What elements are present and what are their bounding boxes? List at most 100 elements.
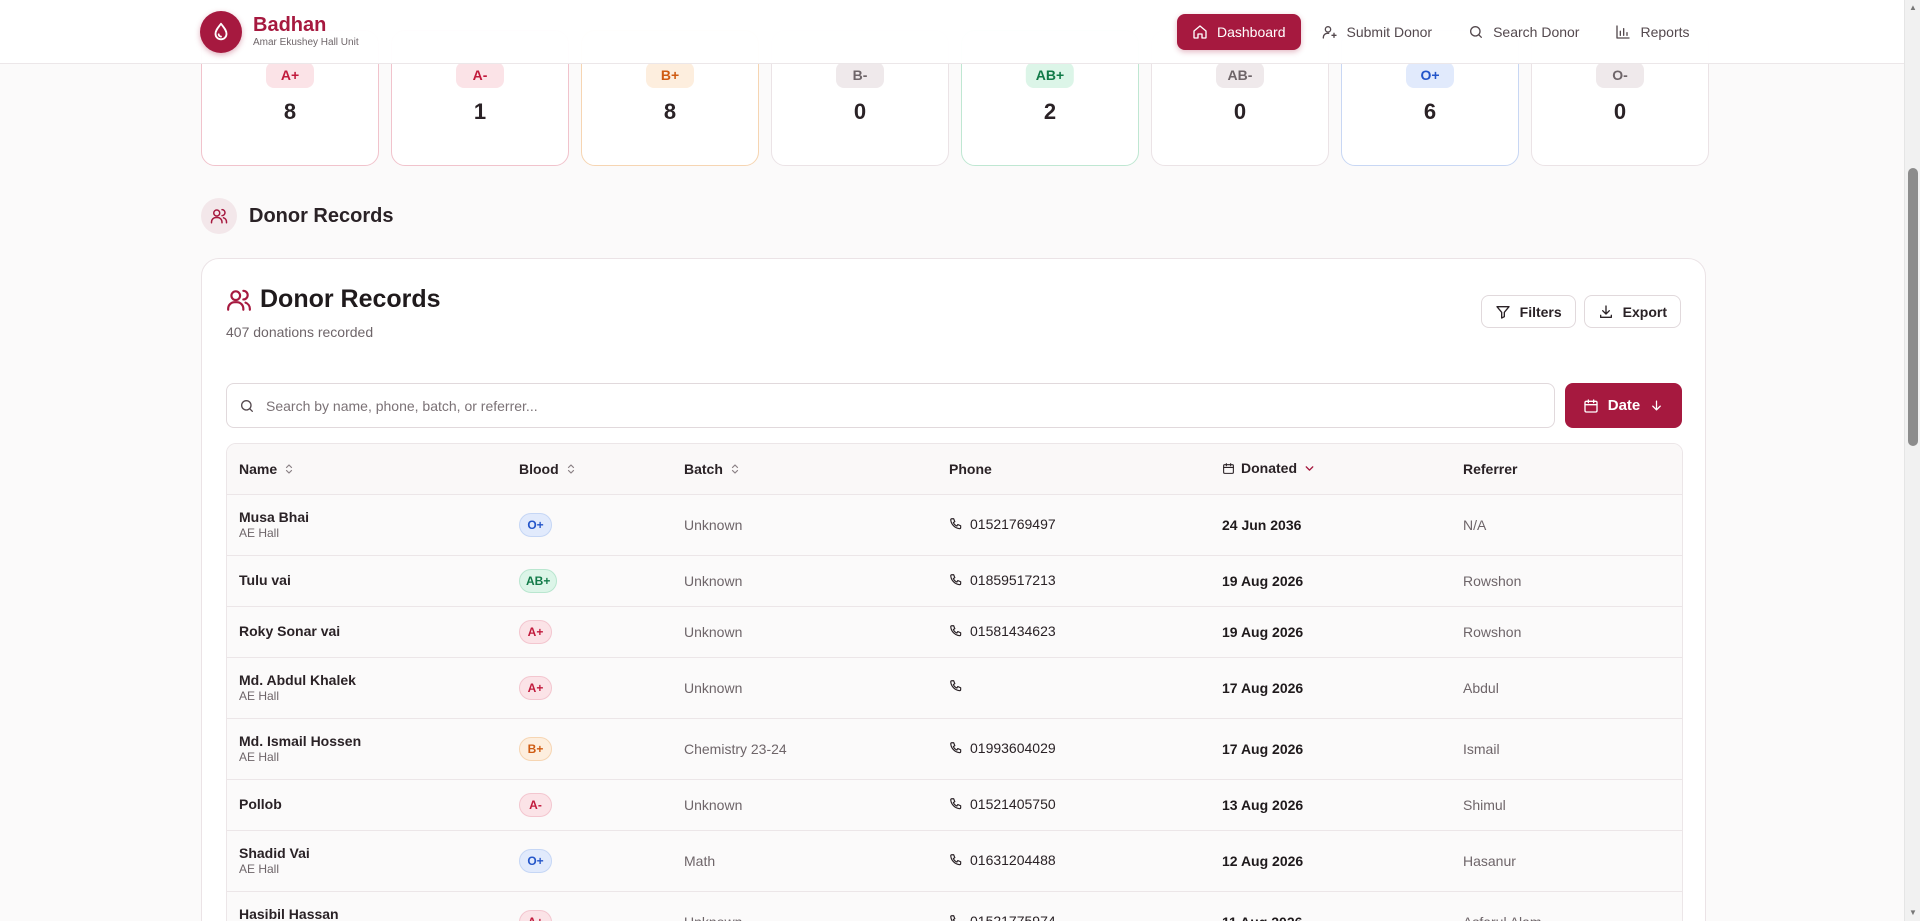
table-row[interactable]: Shadid Vai AE Hall O+ Math 01631204488 12 Aug… (227, 830, 1682, 891)
cell-donated: 17 Aug 2026 (1222, 740, 1304, 757)
table-row[interactable]: Pollob A- Unknown 01521405750 13 Aug 2026 Shi… (227, 779, 1682, 830)
phone-link[interactable]: 01859517213 (949, 572, 1056, 588)
blood-group-badge: AB+ (1025, 62, 1075, 88)
phone-icon (950, 573, 962, 585)
nav-dashboard-label: Dashboard (1217, 24, 1286, 40)
donor-name[interactable]: Tulu vai (239, 572, 507, 589)
sort-icon (567, 464, 574, 474)
blood-group-badge: B- (836, 62, 884, 88)
phone-link[interactable]: 01993604029 (949, 740, 1056, 756)
col-blood-label: Blood (519, 460, 559, 477)
phone-number: 01993604029 (970, 739, 1056, 756)
phone-icon (950, 517, 962, 529)
brand[interactable]: Badhan Amar Ekushey Hall Unit (200, 11, 359, 53)
nav-search-donor-label: Search Donor (1493, 24, 1580, 40)
phone-icon (950, 680, 962, 692)
cell-blood: A- (507, 779, 672, 830)
table-row[interactable]: Musa Bhai AE Hall O+ Unknown 01521769497 24 J… (227, 494, 1682, 555)
phone-number: 01859517213 (970, 571, 1056, 588)
cell-phone: 01581434623 (937, 606, 1210, 657)
col-name[interactable]: Name (227, 444, 507, 495)
cell-phone (937, 657, 1210, 718)
blood-badge: A+ (519, 909, 552, 921)
phone-link[interactable] (949, 679, 970, 693)
table-row[interactable]: Hasibil HassanAE Hall A+ Unknown 0152177597… (227, 891, 1682, 921)
donor-hall: AE Hall (239, 861, 280, 876)
table-row[interactable]: Tulu vai AB+ Unknown 01859517213 19 Aug 2026… (227, 555, 1682, 606)
blood-group-badge: A- (456, 62, 504, 88)
phone-link[interactable]: 01521769497 (949, 516, 1056, 532)
donor-name[interactable]: Md. Ismail Hossen (239, 733, 507, 750)
scrollbar-thumb[interactable] (1908, 168, 1918, 446)
phone-link[interactable]: 01631204488 (949, 852, 1056, 868)
cell-batch: Unknown (684, 679, 743, 696)
cell-name: Md. Ismail Hossen AE Hall (227, 718, 507, 779)
table-row[interactable]: Md. Ismail Hossen AE Hall B+ Chemistry 23-2… (227, 718, 1682, 779)
blood-group-count: 6 (1423, 99, 1437, 124)
blood-badge: AB+ (519, 568, 558, 593)
blood-group-count: 0 (1233, 99, 1247, 124)
nav-dashboard[interactable]: Dashboard (1177, 14, 1301, 50)
donor-name[interactable]: Musa Bhai (239, 509, 507, 526)
donor-hall: AE Hall (239, 525, 280, 540)
cell-blood: A+ (507, 606, 672, 657)
nav-submit-donor[interactable]: Submit Donor (1307, 14, 1448, 50)
cell-referrer: N/A (1463, 516, 1487, 533)
cell-referrer: Shimul (1463, 796, 1506, 813)
cell-donated: 12 Aug 2026 (1222, 852, 1304, 869)
section-header: Donor Records (201, 198, 393, 234)
nav-search-donor[interactable]: Search Donor (1453, 14, 1594, 50)
donor-name[interactable]: Roky Sonar vai (239, 623, 507, 640)
cell-batch: Unknown (684, 516, 743, 533)
cell-batch: Unknown (684, 796, 743, 813)
cell-referrer: Rowshon (1463, 623, 1522, 640)
donor-name[interactable]: Hasibil Hassan (239, 906, 507, 921)
blood-group-badge: O- (1596, 62, 1644, 88)
phone-link[interactable]: 01581434623 (949, 623, 1056, 639)
cell-blood: A+ (507, 657, 672, 718)
donor-name[interactable]: Shadid Vai (239, 845, 507, 862)
col-phone-label: Phone (949, 460, 992, 477)
phone-link[interactable]: 01521405750 (949, 796, 1056, 812)
export-button[interactable]: Export (1583, 295, 1681, 328)
col-batch[interactable]: Batch (672, 444, 937, 495)
scroll-up-arrow-icon[interactable]: ▲ (1908, 3, 1918, 13)
cell-referrer: Rowshon (1463, 572, 1522, 589)
col-referrer-label: Referrer (1463, 460, 1518, 477)
phone-link[interactable]: 01521775974 (949, 913, 1056, 921)
cell-blood: O+ (507, 494, 672, 555)
nav-submit-donor-label: Submit Donor (1346, 24, 1433, 40)
scroll-down-arrow-icon[interactable]: ▼ (1908, 908, 1918, 918)
donor-table: Name Blood Batch Phone Donated Referrer (226, 443, 1683, 921)
col-phone: Phone (937, 444, 1210, 495)
cell-donated: 11 Aug 2026 (1210, 891, 1451, 921)
cell-blood: B+ (507, 718, 672, 779)
sort-date-button[interactable]: Date (1565, 383, 1682, 428)
cell-name: Musa Bhai AE Hall (227, 494, 507, 555)
donor-name[interactable]: Pollob (239, 796, 507, 813)
donor-name[interactable]: Md. Abdul Khalek (239, 672, 507, 689)
cell-name: Md. Abdul Khalek AE Hall (227, 657, 507, 718)
table-row[interactable]: Roky Sonar vai A+ Unknown 01581434623 19 Aug… (227, 606, 1682, 657)
main-nav: Dashboard Submit Donor Search Donor Repo… (1177, 14, 1705, 50)
blood-drop-logo-icon (200, 11, 242, 53)
sort-date-label: Date (1607, 397, 1641, 414)
cell-batch: Math (684, 852, 716, 869)
blood-group-count: 8 (663, 99, 677, 124)
col-donated[interactable]: Donated (1210, 444, 1451, 495)
page: A+ 8 A- 1 B+ 8 B- 0 AB+ 2 AB- 0 O+ 6 O- 0 Badhan Amar E… (0, 0, 1904, 921)
nav-reports[interactable]: Reports (1600, 14, 1704, 50)
table-row[interactable]: Md. Abdul Khalek AE Hall A+ Unknown 17 Aug 2… (227, 657, 1682, 718)
blood-badge: A- (519, 792, 552, 817)
filters-button[interactable]: Filters (1480, 295, 1576, 328)
page-scrollbar[interactable]: ▲ ▼ (1904, 0, 1920, 921)
arrow-down-icon (1652, 400, 1662, 411)
cell-name: Roky Sonar vai (227, 606, 507, 657)
search-icon (241, 399, 253, 412)
blood-group-badge: O+ (1406, 62, 1454, 88)
blood-group-count: 1 (473, 99, 487, 124)
records-title: Donor Records (260, 285, 441, 313)
users-icon (227, 289, 251, 311)
col-blood[interactable]: Blood (507, 444, 672, 495)
search-input[interactable] (266, 384, 1554, 427)
